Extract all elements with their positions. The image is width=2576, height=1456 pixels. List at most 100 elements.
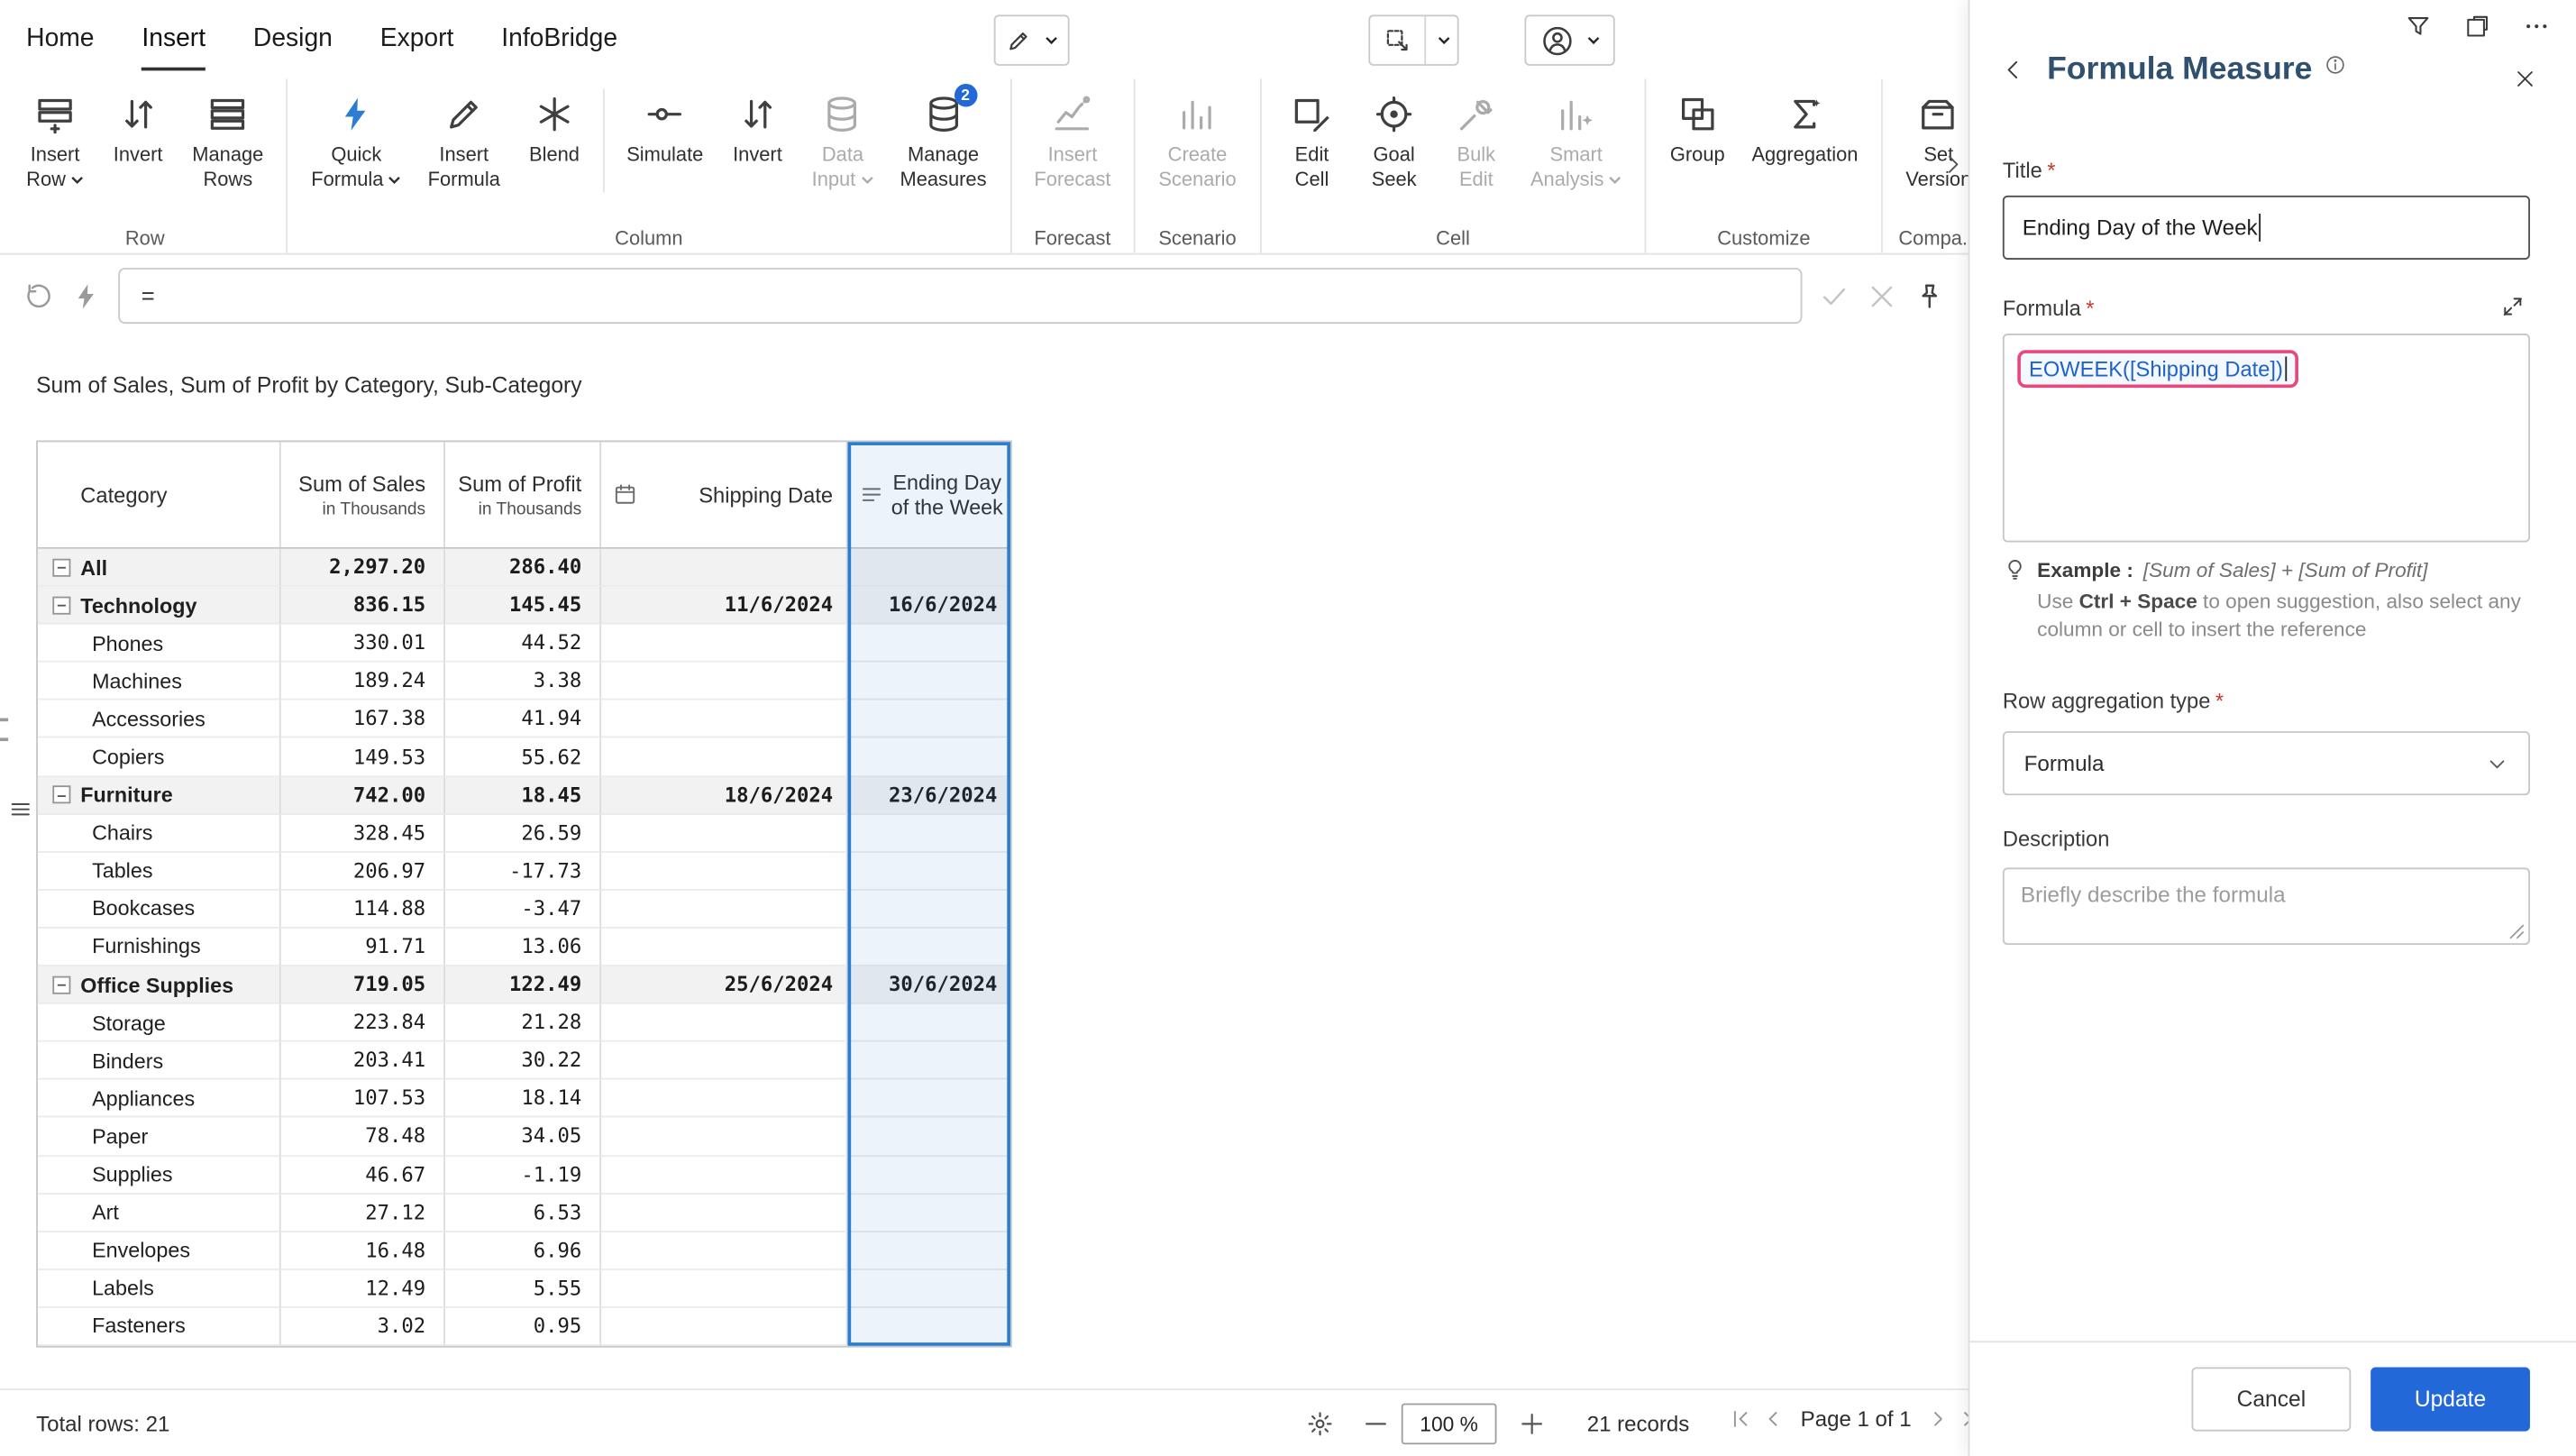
cell-category[interactable]: Supplies — [38, 1156, 281, 1194]
ribbon-button-group[interactable]: Group — [1657, 86, 1739, 175]
cell-shipping-date[interactable] — [601, 701, 847, 738]
cell-profit[interactable]: 5.55 — [445, 1270, 601, 1308]
cell-sales[interactable]: 46.67 — [281, 1156, 445, 1194]
close-icon[interactable] — [2514, 68, 2537, 91]
cell-shipping-date[interactable]: 25/6/2024 — [601, 966, 847, 1004]
cell-shipping-date[interactable] — [601, 1308, 847, 1346]
cell-shipping-date[interactable] — [601, 738, 847, 776]
cell-sales[interactable]: 91.71 — [281, 929, 445, 966]
cell-sales[interactable]: 3.02 — [281, 1308, 445, 1346]
edit-mode-button[interactable] — [994, 14, 1070, 66]
update-button[interactable]: Update — [2370, 1367, 2530, 1431]
ribbon-button-aggregation[interactable]: Aggregation — [1739, 86, 1871, 175]
column-header-shipping-date[interactable]: Shipping Date — [601, 442, 847, 547]
ribbon-button-invert-row[interactable]: Invert — [97, 86, 179, 175]
cell-profit[interactable]: 34.05 — [445, 1118, 601, 1156]
column-header-ending-day[interactable]: Ending Day of the Week — [848, 442, 1010, 547]
cell-ending-day[interactable] — [848, 853, 1010, 891]
cell-ending-day[interactable]: 16/6/2024 — [848, 587, 1010, 625]
cell-ending-day[interactable] — [848, 663, 1010, 701]
cell-profit[interactable]: 0.95 — [445, 1308, 601, 1346]
cell-ending-day[interactable] — [848, 625, 1010, 663]
cell-ending-day[interactable] — [848, 1308, 1010, 1346]
ribbon-button-manage-measures[interactable]: 2 ManageMeasures — [887, 86, 1000, 199]
cell-profit[interactable]: 21.28 — [445, 1004, 601, 1042]
cell-profit[interactable]: 41.94 — [445, 701, 601, 738]
ribbon-button-blend[interactable]: Blend — [513, 86, 595, 175]
cell-category[interactable]: Office Supplies — [38, 966, 281, 1004]
cell-category[interactable]: Furniture — [38, 776, 281, 814]
cell-profit[interactable]: 44.52 — [445, 625, 601, 663]
cell-sales[interactable]: 836.15 — [281, 587, 445, 625]
cell-shipping-date[interactable] — [601, 663, 847, 701]
row-drag-icon[interactable] — [8, 797, 32, 821]
ribbon-button-manage-rows[interactable]: ManageRows — [179, 86, 277, 199]
cell-category[interactable]: Technology — [38, 587, 281, 625]
aggregation-select[interactable]: Formula — [2003, 731, 2530, 795]
cell-profit[interactable]: 13.06 — [445, 929, 601, 966]
cell-sales[interactable]: 223.84 — [281, 1004, 445, 1042]
zoom-in-icon[interactable] — [1518, 1410, 1546, 1438]
cell-profit[interactable]: -1.19 — [445, 1156, 601, 1194]
cell-category[interactable]: Accessories — [38, 701, 281, 738]
cell-category[interactable]: Tables — [38, 853, 281, 891]
ribbon-button-goal-seek[interactable]: GoalSeek — [1353, 86, 1435, 199]
cell-shipping-date[interactable]: 18/6/2024 — [601, 776, 847, 814]
cell-sales[interactable]: 719.05 — [281, 966, 445, 1004]
title-field-input[interactable]: Ending Day of the Week — [2003, 196, 2530, 260]
cell-ending-day[interactable]: 30/6/2024 — [848, 966, 1010, 1004]
cell-sales[interactable]: 16.48 — [281, 1232, 445, 1269]
cell-shipping-date[interactable] — [601, 1118, 847, 1156]
cell-profit[interactable]: -3.47 — [445, 891, 601, 929]
ribbon-button-insert-row[interactable]: InsertRow — [14, 86, 97, 199]
cell-profit[interactable]: 18.45 — [445, 776, 601, 814]
zoom-level[interactable]: 100 % — [1402, 1404, 1497, 1445]
cell-category[interactable]: Furnishings — [38, 929, 281, 966]
info-icon[interactable] — [2325, 53, 2347, 75]
formula-input[interactable]: = — [118, 268, 1802, 324]
cell-ending-day[interactable] — [848, 1270, 1010, 1308]
cell-ending-day[interactable]: 23/6/2024 — [848, 776, 1010, 814]
cell-shipping-date[interactable] — [601, 1004, 847, 1042]
cell-shipping-date[interactable] — [601, 891, 847, 929]
cell-ending-day[interactable] — [848, 891, 1010, 929]
ribbon-overflow-button[interactable] — [1941, 144, 1965, 184]
filter-icon[interactable] — [2405, 14, 2431, 40]
gear-icon[interactable] — [1306, 1410, 1334, 1438]
cell-profit[interactable]: 6.96 — [445, 1232, 601, 1269]
menu-tab-export[interactable]: Export — [380, 0, 454, 78]
cell-shipping-date[interactable] — [601, 853, 847, 891]
cell-sales[interactable]: 114.88 — [281, 891, 445, 929]
cell-sales[interactable]: 330.01 — [281, 625, 445, 663]
cell-profit[interactable]: 30.22 — [445, 1042, 601, 1080]
resize-grip-icon[interactable] — [2508, 923, 2525, 939]
cell-category[interactable]: Copiers — [38, 738, 281, 776]
collapse-icon[interactable] — [52, 558, 70, 576]
cell-ending-day[interactable] — [848, 1194, 1010, 1232]
ribbon-button-quick-formula[interactable]: QuickFormula — [298, 86, 415, 199]
ribbon-button-simulate[interactable]: Simulate — [614, 86, 717, 175]
cell-shipping-date[interactable] — [601, 1156, 847, 1194]
collapse-icon[interactable] — [52, 785, 70, 803]
cell-category[interactable]: Labels — [38, 1270, 281, 1308]
menu-tab-insert[interactable]: Insert — [142, 0, 206, 78]
cell-category[interactable]: Storage — [38, 1004, 281, 1042]
cell-shipping-date[interactable] — [601, 1042, 847, 1080]
cell-sales[interactable]: 203.41 — [281, 1042, 445, 1080]
cell-sales[interactable]: 107.53 — [281, 1080, 445, 1118]
cell-category[interactable]: Bookcases — [38, 891, 281, 929]
collapse-icon[interactable] — [52, 596, 70, 614]
cell-category[interactable]: Art — [38, 1194, 281, 1232]
first-page-icon[interactable] — [1728, 1406, 1752, 1431]
menu-tab-design[interactable]: Design — [253, 0, 333, 78]
description-textarea[interactable]: Briefly describe the formula — [2003, 867, 2530, 945]
cell-ending-day[interactable] — [848, 1004, 1010, 1042]
pin-icon[interactable] — [1914, 280, 1945, 312]
cancel-button[interactable]: Cancel — [2191, 1367, 2351, 1431]
zoom-out-icon[interactable] — [1362, 1410, 1390, 1438]
cell-ending-day[interactable] — [848, 1232, 1010, 1269]
cell-ending-day[interactable] — [848, 1156, 1010, 1194]
cell-category[interactable]: Machines — [38, 663, 281, 701]
cell-category[interactable]: Paper — [38, 1118, 281, 1156]
cell-profit[interactable]: 6.53 — [445, 1194, 601, 1232]
